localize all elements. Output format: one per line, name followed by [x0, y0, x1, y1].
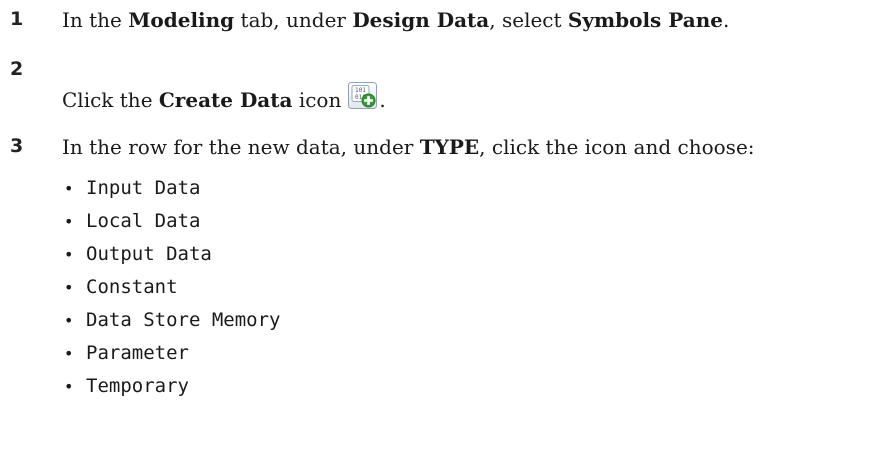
step-text-part: In the row for the new data, under — [62, 135, 420, 159]
bullet-icon: • — [64, 245, 74, 264]
symbols-pane-label: Symbols Pane — [567, 8, 724, 32]
modeling-tab-label: Modeling — [128, 8, 235, 32]
step-text-part: . — [723, 8, 730, 32]
bullet-icon: • — [64, 377, 74, 396]
step-number: 2 — [10, 58, 24, 80]
step-text-part: . — [379, 88, 386, 112]
design-data-label: Design Data — [352, 8, 490, 32]
option-temporary: Temporary — [86, 375, 189, 397]
option-constant: Constant — [86, 276, 178, 298]
type-options-list: • Input Data • Local Data • Output Data • Co… — [60, 172, 280, 403]
step-text: In the Modeling tab, under Design Data, … — [62, 8, 729, 32]
bullet-icon: • — [64, 311, 74, 330]
create-data-label: Create Data — [158, 88, 293, 112]
create-data-icon: 101 010 — [348, 82, 378, 109]
step-text-part: , select — [489, 8, 568, 32]
option-output-data: Output Data — [86, 243, 212, 265]
step-text-part: In the — [62, 8, 129, 32]
option-local-data: Local Data — [86, 210, 201, 232]
list-item: • Parameter — [60, 337, 280, 370]
step-number: 3 — [10, 135, 24, 157]
bullet-icon: • — [64, 344, 74, 363]
step-text-part: icon — [292, 88, 342, 112]
step-text: Click the Create Data icon 101 010 . — [62, 81, 386, 112]
list-item: • Local Data — [60, 205, 280, 238]
bullet-icon: • — [64, 179, 74, 198]
step-text-part: tab, under — [234, 8, 353, 32]
step-text-part: , click the icon and choose: — [479, 135, 755, 159]
type-column-label: TYPE — [419, 135, 480, 159]
option-data-store-memory: Data Store Memory — [86, 309, 281, 331]
option-input-data: Input Data — [86, 177, 201, 199]
svg-text:101: 101 — [355, 87, 366, 94]
step-number: 1 — [10, 8, 24, 30]
list-item: • Output Data — [60, 238, 280, 271]
step-text-part: Click the — [62, 88, 159, 112]
option-parameter: Parameter — [86, 342, 189, 364]
list-item: • Constant — [60, 271, 280, 304]
list-item: • Input Data — [60, 172, 280, 205]
list-item: • Temporary — [60, 370, 280, 403]
bullet-icon: • — [64, 212, 74, 231]
bullet-icon: • — [64, 278, 74, 297]
step-text: In the row for the new data, under TYPE,… — [62, 135, 755, 159]
list-item: • Data Store Memory — [60, 304, 280, 337]
